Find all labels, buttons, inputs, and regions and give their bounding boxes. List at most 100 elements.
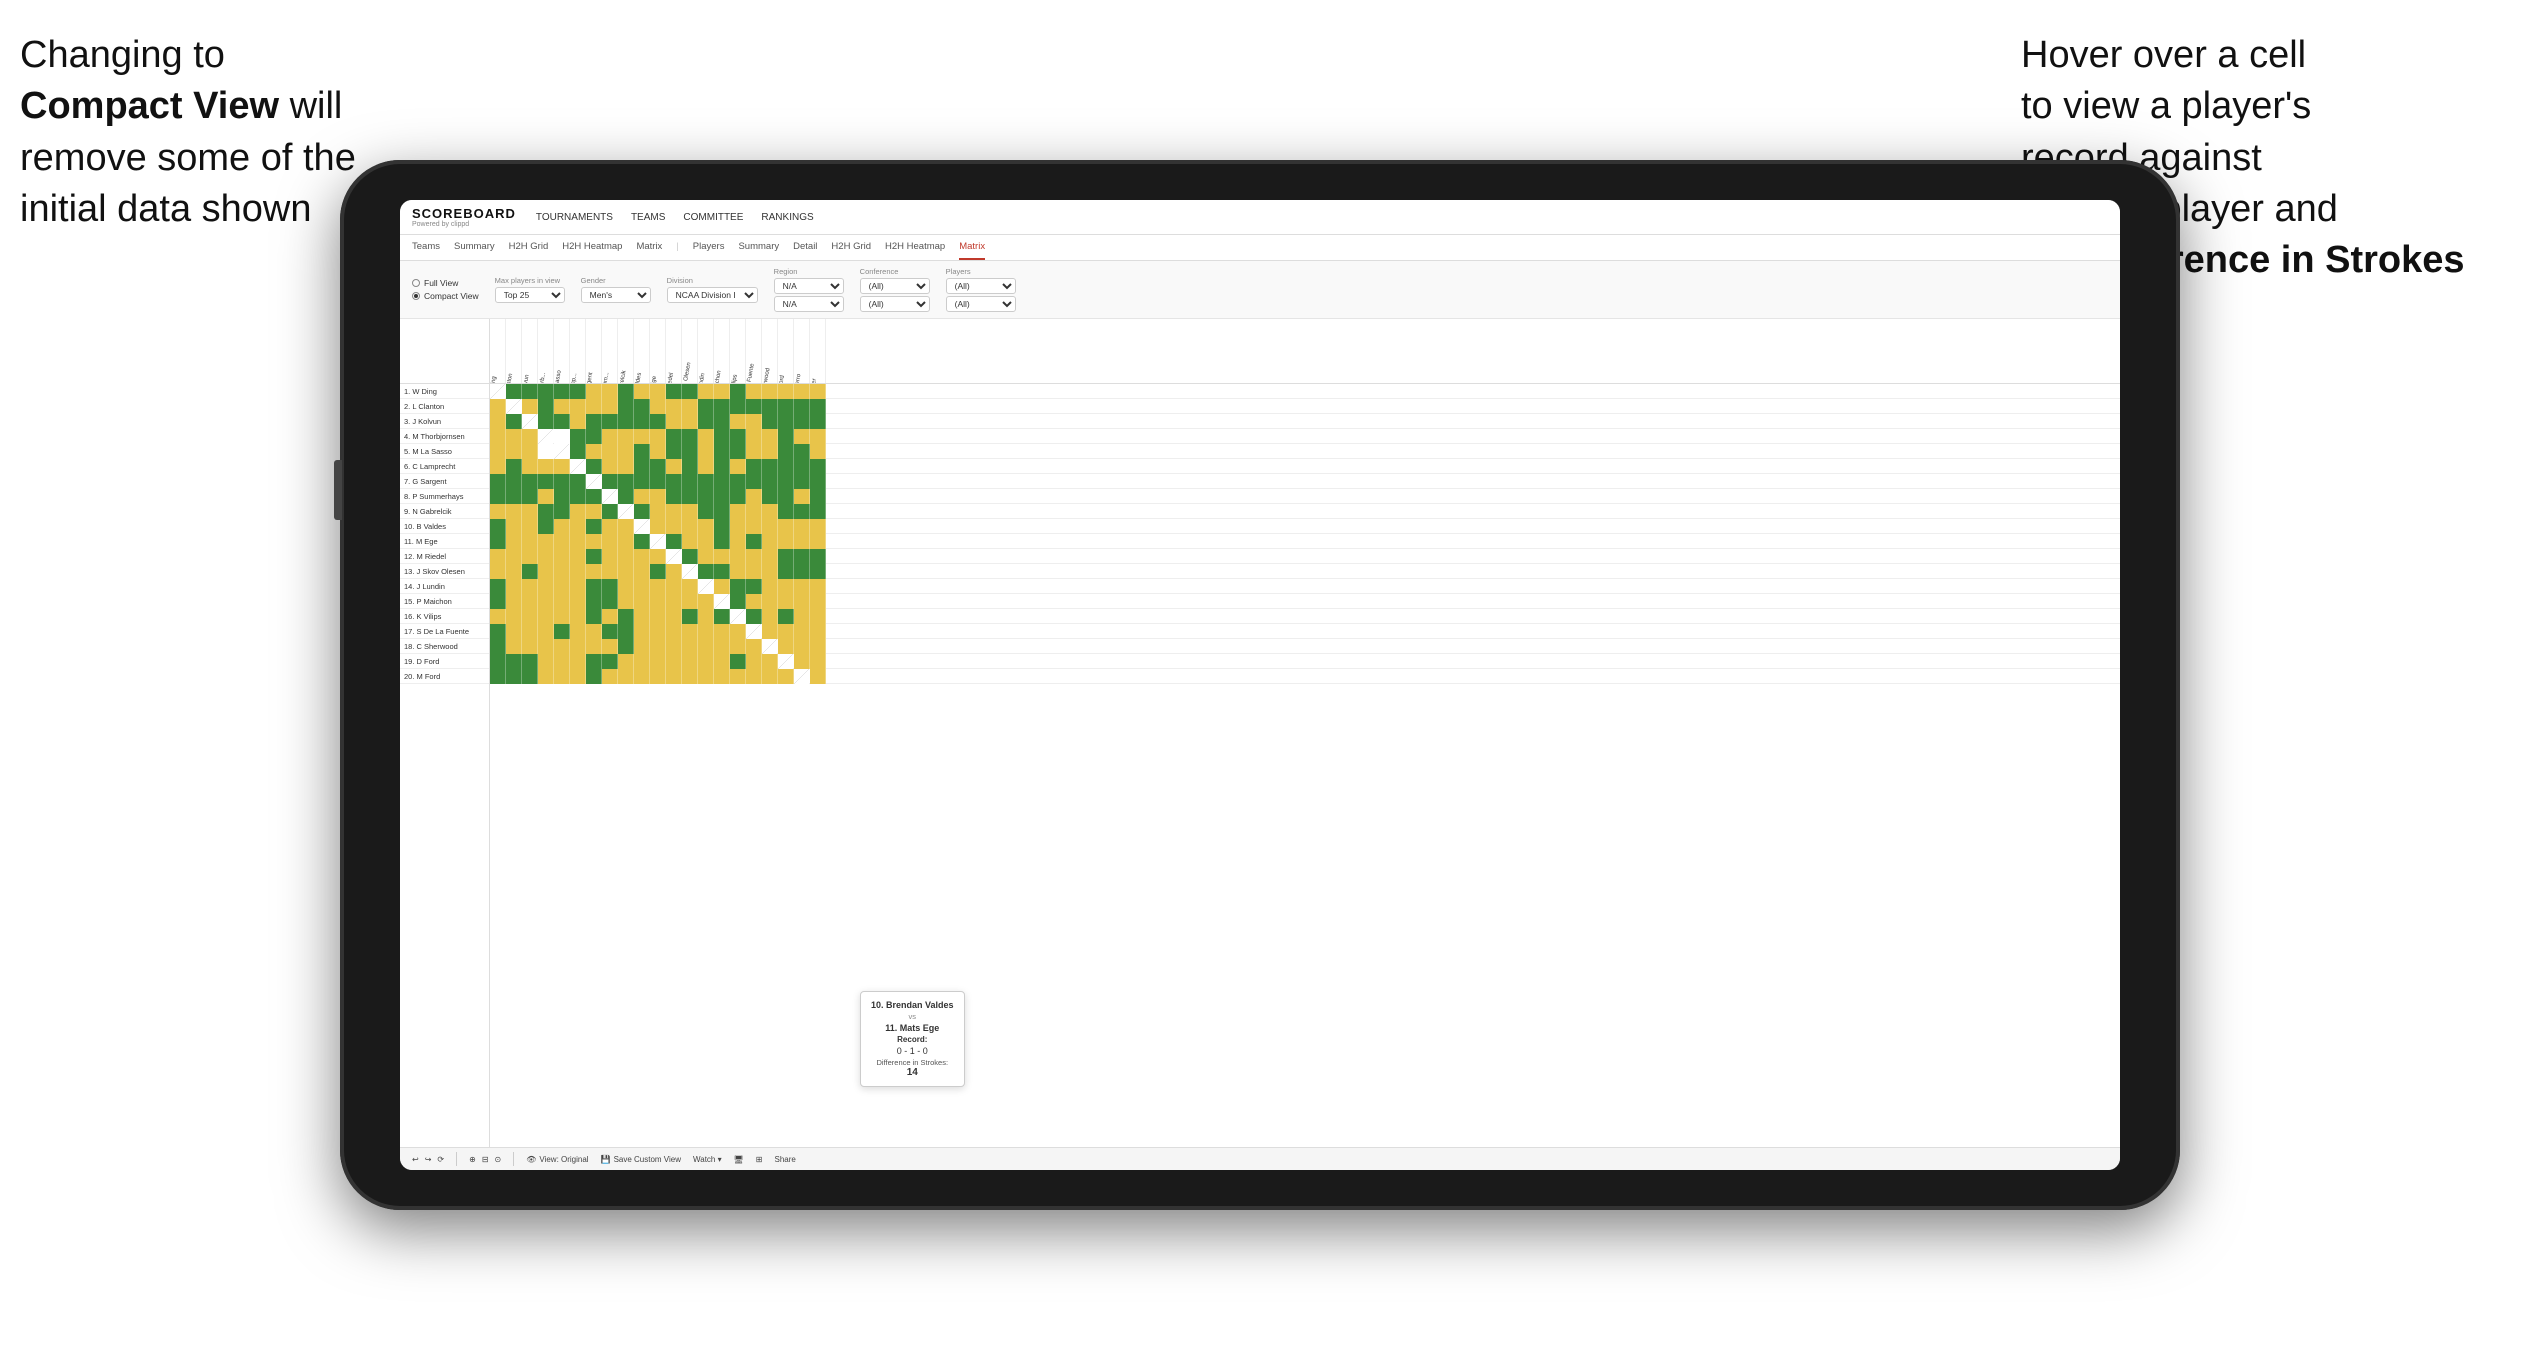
grid-cell[interactable] (634, 414, 650, 429)
grid-cell[interactable] (570, 579, 586, 594)
grid-cell[interactable] (730, 459, 746, 474)
sub-nav-matrix2[interactable]: Matrix (959, 235, 985, 260)
grid-cell[interactable] (570, 399, 586, 414)
nav-committee[interactable]: COMMITTEE (683, 210, 743, 225)
grid-cell[interactable] (762, 594, 778, 609)
sub-nav-teams[interactable]: Teams (412, 235, 440, 260)
grid-cell[interactable] (506, 549, 522, 564)
grid-cell[interactable] (794, 534, 810, 549)
grid-cell[interactable] (682, 504, 698, 519)
grid-cell[interactable] (506, 474, 522, 489)
grid-cell[interactable] (666, 654, 682, 669)
grid-cell[interactable] (650, 399, 666, 414)
grid-cell[interactable] (698, 669, 714, 684)
grid-cell[interactable] (538, 534, 554, 549)
grid-cell[interactable] (602, 579, 618, 594)
grid-cell[interactable] (794, 444, 810, 459)
grid-cell[interactable] (586, 444, 602, 459)
sub-nav-detail[interactable]: Detail (793, 235, 817, 260)
grid-cell[interactable] (746, 384, 762, 399)
grid-cell[interactable] (682, 459, 698, 474)
grid-cell[interactable] (746, 489, 762, 504)
grid-cell[interactable] (698, 489, 714, 504)
grid-cell[interactable] (634, 609, 650, 624)
grid-cell[interactable] (586, 474, 602, 489)
grid-cell[interactable] (634, 519, 650, 534)
grid-cell[interactable] (570, 444, 586, 459)
grid-cell[interactable] (522, 549, 538, 564)
grid-cell[interactable] (650, 549, 666, 564)
grid-cell[interactable] (522, 414, 538, 429)
grid-cell[interactable] (714, 459, 730, 474)
grid-cell[interactable] (538, 579, 554, 594)
grid-cell[interactable] (490, 549, 506, 564)
grid-cell[interactable] (538, 564, 554, 579)
grid-cell[interactable] (506, 624, 522, 639)
grid-cell[interactable] (522, 519, 538, 534)
grid-cell[interactable] (762, 534, 778, 549)
grid-cell[interactable] (682, 564, 698, 579)
grid-cell[interactable] (506, 459, 522, 474)
grid-cell[interactable] (522, 609, 538, 624)
grid-cell[interactable] (586, 489, 602, 504)
grid-cell[interactable] (618, 474, 634, 489)
grid-cell[interactable] (666, 624, 682, 639)
grid-cell[interactable] (570, 474, 586, 489)
grid-cell[interactable] (746, 564, 762, 579)
grid-cell[interactable] (730, 429, 746, 444)
grid-cell[interactable] (698, 504, 714, 519)
grid-cell[interactable] (554, 669, 570, 684)
grid-cell[interactable] (634, 474, 650, 489)
grid-cell[interactable] (730, 639, 746, 654)
grid-cell[interactable] (522, 639, 538, 654)
grid-cell[interactable] (650, 624, 666, 639)
grid-cell[interactable] (586, 549, 602, 564)
grid-cell[interactable] (666, 399, 682, 414)
grid-cell[interactable] (650, 579, 666, 594)
grid-cell[interactable] (794, 564, 810, 579)
grid-cell[interactable] (778, 519, 794, 534)
grid-cell[interactable] (602, 399, 618, 414)
grid-cell[interactable] (682, 594, 698, 609)
grid-cell[interactable] (586, 579, 602, 594)
grid-cell[interactable] (490, 534, 506, 549)
grid-cell[interactable] (810, 609, 826, 624)
grid-cell[interactable] (714, 624, 730, 639)
grid-cell[interactable] (490, 504, 506, 519)
grid-cell[interactable] (554, 579, 570, 594)
grid-cell[interactable] (554, 414, 570, 429)
grid-cell[interactable] (746, 414, 762, 429)
tool-btn-1[interactable]: ⊕ (469, 1155, 476, 1164)
grid-cell[interactable] (698, 384, 714, 399)
grid-cell[interactable] (586, 654, 602, 669)
grid-cell[interactable] (778, 624, 794, 639)
grid-cell[interactable] (762, 609, 778, 624)
grid-button[interactable]: ⊞ (756, 1155, 763, 1164)
grid-cell[interactable] (698, 519, 714, 534)
grid-cell[interactable] (554, 609, 570, 624)
grid-cell[interactable] (650, 489, 666, 504)
grid-cell[interactable] (538, 504, 554, 519)
grid-cell[interactable] (746, 534, 762, 549)
grid-cell[interactable] (538, 489, 554, 504)
grid-cell[interactable] (762, 519, 778, 534)
grid-cell[interactable] (762, 399, 778, 414)
grid-cell[interactable] (730, 414, 746, 429)
grid-cell[interactable] (618, 504, 634, 519)
grid-cell[interactable] (602, 564, 618, 579)
grid-cell[interactable] (490, 414, 506, 429)
grid-cell[interactable] (682, 384, 698, 399)
grid-cell[interactable] (714, 384, 730, 399)
grid-cell[interactable] (730, 609, 746, 624)
grid-cell[interactable] (618, 609, 634, 624)
full-view-radio[interactable] (412, 279, 420, 287)
grid-cell[interactable] (666, 429, 682, 444)
grid-cell[interactable] (522, 444, 538, 459)
grid-cell[interactable] (538, 669, 554, 684)
grid-cell[interactable] (698, 609, 714, 624)
grid-cell[interactable] (586, 414, 602, 429)
grid-cell[interactable] (506, 669, 522, 684)
grid-cell[interactable] (794, 384, 810, 399)
grid-cell[interactable] (698, 474, 714, 489)
grid-cell[interactable] (602, 624, 618, 639)
